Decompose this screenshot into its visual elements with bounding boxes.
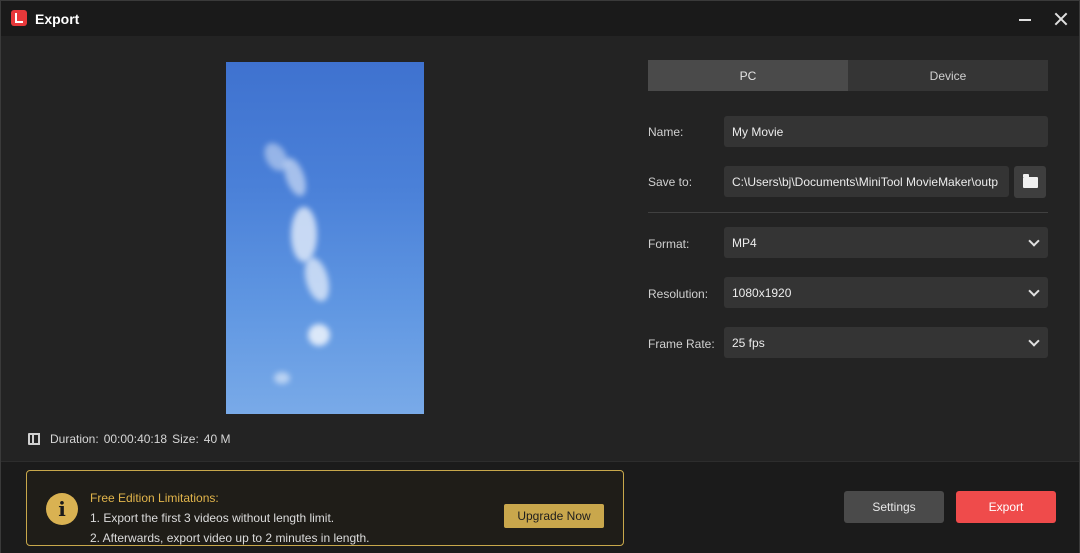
limitation-line-2: 2. Afterwards, export video up to 2 minu… [90, 531, 370, 545]
divider [648, 212, 1048, 213]
export-button[interactable]: Export [956, 491, 1056, 523]
chevron-down-icon [1028, 335, 1040, 347]
info-icon: i [46, 493, 78, 525]
tab-pc[interactable]: PC [648, 60, 848, 91]
resolution-value: 1080x1920 [732, 285, 792, 300]
video-preview [226, 62, 424, 414]
chevron-down-icon [1028, 235, 1040, 247]
save-to-input[interactable]: C:\Users\bj\Documents\MiniTool MovieMake… [724, 166, 1009, 197]
export-window: Export Duration: 00:00:40:18 Size: 40 M … [0, 0, 1080, 553]
duration-value: 00:00:40:18 [103, 432, 168, 446]
upgrade-now-button[interactable]: Upgrade Now [504, 504, 604, 528]
name-input[interactable]: My Movie [724, 116, 1048, 147]
size-value: 40 M [203, 432, 231, 446]
browse-folder-button[interactable] [1014, 166, 1046, 198]
folder-icon [1023, 174, 1038, 188]
save-to-label: Save to: [648, 175, 693, 189]
video-info: Duration: 00:00:40:18 Size: 40 M [28, 432, 235, 446]
title-bar: Export [1, 1, 1079, 36]
format-select[interactable]: MP4 [724, 227, 1048, 258]
format-label: Format: [648, 237, 690, 251]
limitation-line-1: 1. Export the first 3 videos without len… [90, 511, 335, 525]
size-label: Size: [172, 432, 199, 446]
frame-rate-select[interactable]: 25 fps [724, 327, 1048, 358]
film-icon [28, 433, 40, 445]
settings-button[interactable]: Settings [844, 491, 944, 523]
frame-rate-label: Frame Rate: [648, 337, 715, 351]
resolution-label: Resolution: [648, 287, 709, 301]
chevron-down-icon [1028, 285, 1040, 297]
limitations-title: Free Edition Limitations: [90, 491, 219, 505]
format-value: MP4 [732, 235, 757, 250]
duration-label: Duration: [50, 432, 99, 446]
export-target-tabs: PC Device [648, 60, 1048, 91]
bottom-bar: i Free Edition Limitations: 1. Export th… [1, 461, 1079, 553]
name-label: Name: [648, 125, 684, 139]
free-edition-limitations: i Free Edition Limitations: 1. Export th… [26, 470, 624, 546]
close-icon[interactable] [1051, 9, 1071, 29]
minimize-icon[interactable] [1015, 9, 1035, 29]
tab-device[interactable]: Device [848, 60, 1048, 91]
resolution-select[interactable]: 1080x1920 [724, 277, 1048, 308]
app-logo-icon [11, 10, 27, 26]
frame-rate-value: 25 fps [732, 335, 765, 350]
window-title: Export [35, 11, 80, 27]
